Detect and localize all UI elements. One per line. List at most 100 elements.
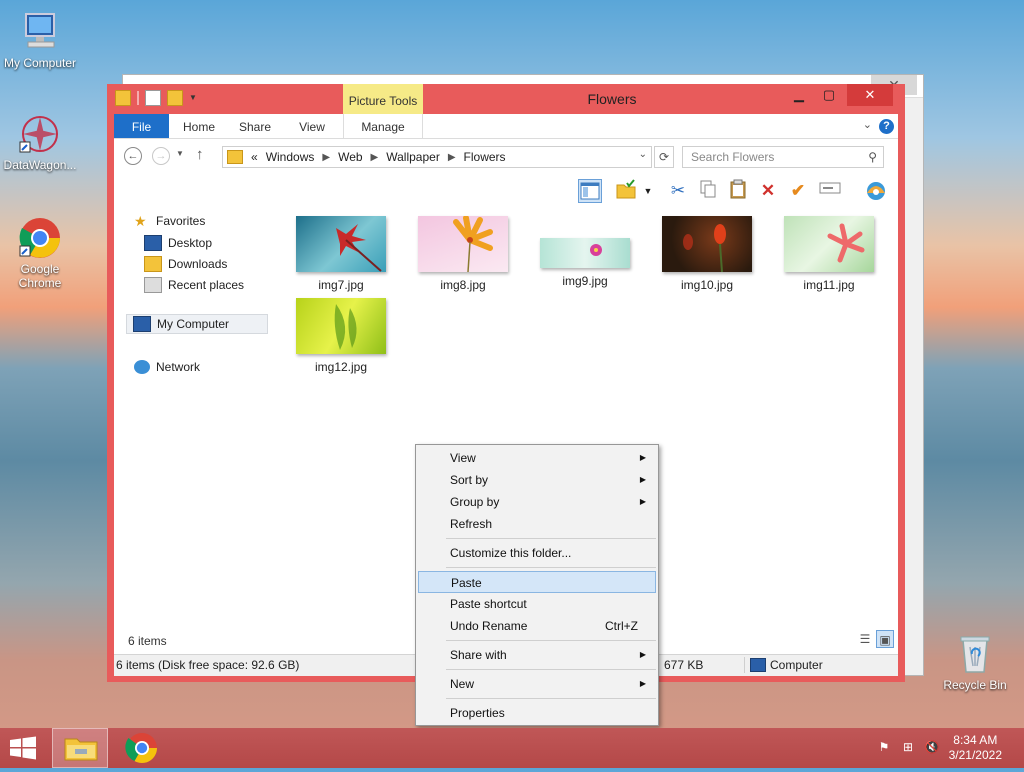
status-location-label: Computer bbox=[770, 658, 823, 672]
menu-item-refresh[interactable]: Refresh bbox=[418, 513, 656, 535]
preview-pane-button[interactable] bbox=[578, 179, 602, 203]
chevron-right-icon: ▶ bbox=[639, 497, 646, 506]
chevron-right-icon[interactable]: ▶ bbox=[448, 152, 456, 163]
file-item[interactable]: img9.jpg bbox=[530, 216, 640, 288]
properties-icon[interactable] bbox=[145, 90, 161, 106]
nav-label: Network bbox=[156, 360, 201, 374]
search-input[interactable]: Search Flowers ⚲ bbox=[682, 146, 884, 168]
menu-item-paste[interactable]: Paste bbox=[418, 571, 656, 593]
breadcrumb-flowers[interactable]: Flowers bbox=[464, 150, 506, 164]
menu-item-group-by[interactable]: Group by ▶ bbox=[418, 491, 656, 513]
delete-icon[interactable]: ✕ bbox=[756, 179, 780, 203]
cut-icon[interactable]: ✂ bbox=[666, 179, 690, 203]
clock-date: 3/21/2022 bbox=[948, 748, 1002, 762]
chevron-down-icon[interactable]: ⌄ bbox=[639, 149, 647, 160]
breadcrumb-windows[interactable]: Windows bbox=[266, 150, 315, 164]
nav-downloads[interactable]: Downloads bbox=[144, 256, 227, 272]
file-item[interactable]: img7.jpg bbox=[286, 216, 396, 292]
tab-home[interactable]: Home bbox=[174, 114, 224, 138]
address-bar[interactable]: « Windows ▶ Web ▶ Wallpaper ▶ Flowers ⌄ bbox=[222, 146, 652, 168]
tab-file[interactable]: File bbox=[114, 114, 169, 138]
tab-share[interactable]: Share bbox=[230, 114, 280, 138]
menu-separator bbox=[446, 640, 656, 641]
tab-manage[interactable]: Manage bbox=[343, 114, 423, 138]
system-tray: ⚑ ⊞ 🔇 8:34 AM 3/21/2022 bbox=[864, 728, 1024, 768]
chevron-down-icon[interactable]: ⌄ bbox=[863, 118, 872, 131]
chevron-right-icon[interactable]: ▶ bbox=[322, 152, 330, 163]
breadcrumb-web[interactable]: Web bbox=[338, 150, 362, 164]
desktop-icon-my-computer[interactable]: My Computer bbox=[0, 10, 80, 70]
forward-button[interactable]: → bbox=[152, 147, 170, 165]
details-view-icon[interactable]: ☰ bbox=[856, 630, 874, 648]
downloads-icon bbox=[144, 256, 162, 272]
clock[interactable]: 8:34 AM 3/21/2022 bbox=[949, 733, 1002, 763]
menu-item-share-with[interactable]: Share with ▶ bbox=[418, 644, 656, 666]
menu-item-view[interactable]: View ▶ bbox=[418, 447, 656, 469]
chevron-down-icon[interactable]: ▼ bbox=[189, 91, 197, 105]
desktop-icon-datawagon[interactable]: DataWagon... bbox=[0, 112, 80, 172]
menu-item-undo-rename[interactable]: Undo Rename Ctrl+Z bbox=[418, 615, 656, 637]
computer-icon bbox=[18, 10, 62, 54]
network-icon[interactable]: ⊞ bbox=[900, 740, 916, 756]
file-item[interactable]: img11.jpg bbox=[774, 216, 884, 292]
menu-item-properties[interactable]: Properties bbox=[418, 702, 656, 724]
back-button[interactable]: ← bbox=[124, 147, 142, 165]
breadcrumb-overflow[interactable]: « bbox=[251, 150, 258, 164]
search-placeholder: Search Flowers bbox=[691, 150, 775, 164]
menu-separator bbox=[446, 669, 656, 670]
maximize-button[interactable]: ▢ bbox=[815, 84, 843, 106]
tab-view[interactable]: View bbox=[287, 114, 337, 138]
taskbar-chrome[interactable] bbox=[114, 728, 170, 768]
menu-separator bbox=[446, 538, 656, 539]
image-thumbnail bbox=[296, 298, 386, 354]
desktop-icon-google-chrome[interactable]: Google Chrome bbox=[0, 216, 80, 290]
shell-icon[interactable] bbox=[864, 179, 888, 203]
minimize-button[interactable]: ▁ bbox=[785, 84, 813, 106]
menu-item-customize-folder[interactable]: Customize this folder... bbox=[418, 542, 656, 564]
menu-item-new[interactable]: New ▶ bbox=[418, 673, 656, 695]
desktop-icon-recycle-bin[interactable]: Recycle Bin bbox=[935, 632, 1015, 692]
nav-my-computer[interactable]: My Computer bbox=[126, 314, 268, 334]
file-item[interactable]: img12.jpg bbox=[286, 298, 396, 374]
copy-icon[interactable] bbox=[696, 179, 720, 203]
menu-item-label: Group by bbox=[450, 495, 500, 509]
titlebar[interactable]: ▼ Picture Tools Flowers ▁ ▢ ✕ bbox=[107, 84, 905, 114]
chevron-down-icon[interactable]: ▼ bbox=[176, 149, 184, 158]
quick-access-toolbar: ▼ bbox=[115, 90, 197, 106]
new-folder-icon[interactable] bbox=[167, 90, 183, 106]
checkmark-icon[interactable]: ✔ bbox=[786, 179, 810, 203]
speaker-muted-icon[interactable]: 🔇 bbox=[924, 740, 940, 756]
up-arrow-icon[interactable]: ↑ bbox=[196, 146, 204, 163]
windows-logo-icon bbox=[10, 736, 36, 760]
desktop-icon-label: Recycle Bin bbox=[943, 678, 1007, 692]
breadcrumb-wallpaper[interactable]: Wallpaper bbox=[386, 150, 440, 164]
file-item[interactable]: img8.jpg bbox=[408, 215, 518, 292]
chevron-down-icon[interactable]: ▼ bbox=[642, 179, 654, 203]
menu-item-sort-by[interactable]: Sort by ▶ bbox=[418, 469, 656, 491]
paste-icon[interactable] bbox=[726, 179, 750, 203]
star-icon: ★ bbox=[134, 213, 147, 229]
nav-network[interactable]: Network bbox=[134, 360, 200, 374]
menu-item-label: Paste shortcut bbox=[450, 597, 527, 611]
folder-options-button[interactable] bbox=[614, 179, 638, 203]
nav-favorites[interactable]: ★ Favorites bbox=[134, 214, 205, 228]
help-icon[interactable]: ? bbox=[879, 119, 894, 134]
taskbar-file-explorer[interactable] bbox=[52, 728, 108, 768]
nav-label: Downloads bbox=[168, 257, 228, 271]
start-button[interactable] bbox=[8, 736, 38, 760]
recycle-bin-icon bbox=[953, 632, 997, 676]
file-name: img11.jpg bbox=[803, 278, 855, 292]
rename-icon[interactable] bbox=[818, 179, 842, 203]
refresh-button[interactable]: ⟳ bbox=[654, 146, 674, 168]
file-item[interactable]: img10.jpg bbox=[652, 216, 762, 292]
nav-recent-places[interactable]: Recent places bbox=[144, 277, 244, 293]
chevron-right-icon[interactable]: ▶ bbox=[371, 152, 379, 163]
large-icons-view-icon[interactable]: ▣ bbox=[876, 630, 894, 648]
address-row: ← → ▼ ↑ « Windows ▶ Web ▶ Wallpaper ▶ Fl… bbox=[114, 144, 898, 170]
chevron-right-icon: ▶ bbox=[639, 453, 646, 462]
close-button[interactable]: ✕ bbox=[847, 84, 893, 106]
flag-icon[interactable]: ⚑ bbox=[876, 740, 892, 756]
file-explorer-icon bbox=[64, 738, 98, 761]
nav-desktop[interactable]: Desktop bbox=[144, 235, 212, 251]
menu-item-paste-shortcut[interactable]: Paste shortcut bbox=[418, 593, 656, 615]
